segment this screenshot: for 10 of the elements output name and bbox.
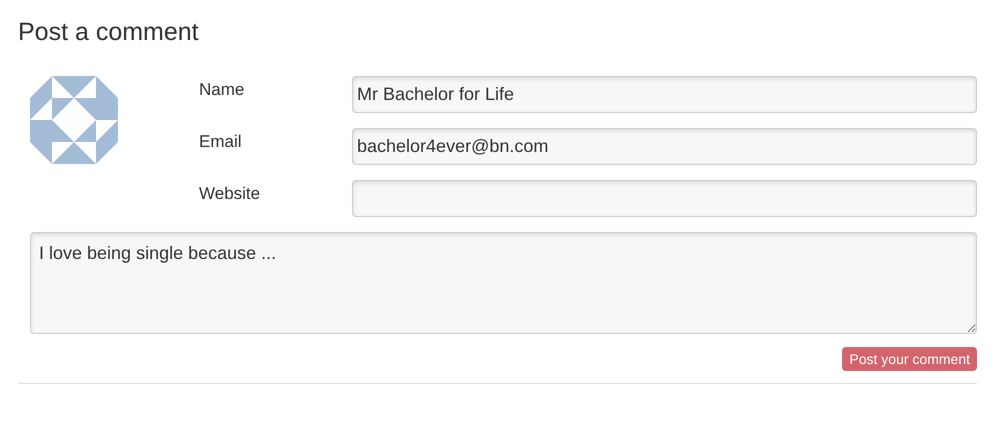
input-field[interactable] (352, 180, 977, 217)
field-label: Website (199, 183, 262, 204)
input-field[interactable]: Mr Bachelor for Life (352, 76, 977, 113)
section-heading: Post a comment (18, 17, 200, 48)
input-field[interactable]: bachelor4ever@bn.com (352, 128, 977, 165)
comment-field[interactable]: I love being single because ... (30, 232, 977, 334)
field-label: Name (199, 79, 246, 100)
identicon-icon (30, 76, 118, 164)
field-label: Email (199, 131, 243, 152)
submit-button[interactable]: Post your comment (842, 347, 977, 371)
